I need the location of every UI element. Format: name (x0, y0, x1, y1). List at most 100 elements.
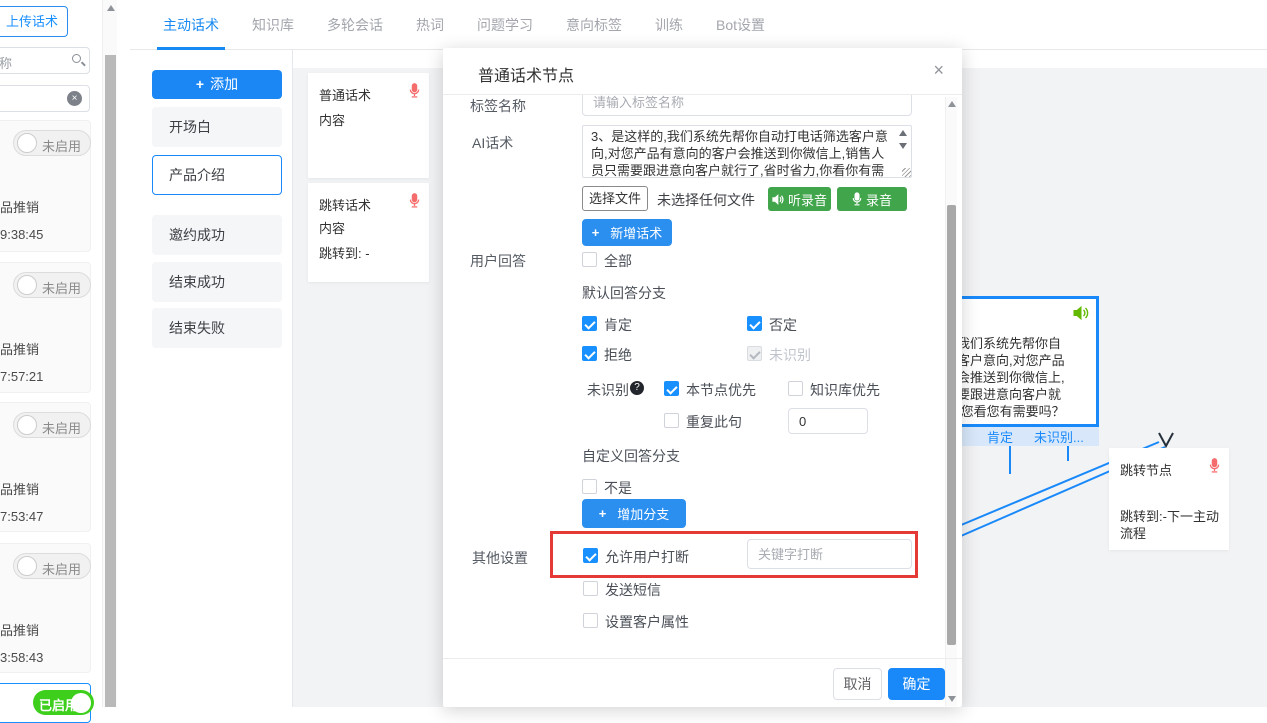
checkbox-kb-first[interactable] (788, 381, 803, 396)
node-jump-script[interactable]: 跳转话术 内容 跳转到: - (308, 183, 429, 282)
checkbox-set-customer-attr-label: 设置客户属性 (605, 612, 689, 632)
tab-hot-words[interactable]: 热词 (416, 0, 444, 50)
repeat-count-input[interactable] (788, 408, 868, 434)
sidebar-scrollbar[interactable] (102, 0, 117, 707)
toggle-label: 未启用 (42, 278, 81, 297)
clear-icon[interactable]: × (67, 91, 82, 106)
script-name: 品推销 (0, 339, 39, 358)
toggle-knob (17, 415, 37, 435)
user-reply-label: 用户回答 (470, 251, 526, 271)
tab-question-learning[interactable]: 问题学习 (477, 0, 533, 50)
checkbox-repeat-label: 重复此句 (686, 412, 742, 432)
checkbox-set-customer-attr[interactable] (583, 613, 598, 628)
add-section-button[interactable]: +添加 (152, 70, 282, 99)
help-icon[interactable]: ? (630, 381, 644, 395)
microphone-icon[interactable] (1209, 458, 1220, 473)
checkbox-repeat[interactable] (664, 413, 679, 428)
checkbox-affirm[interactable] (582, 316, 597, 331)
normal-script-node-dialog: 普通话术节点 × 标签名称 AI话术 3、是这样的,我们系统先帮你自动打电话筛选… (443, 48, 962, 707)
toggle-label: 未启用 (42, 136, 81, 155)
node-title: 跳转节点 (1120, 460, 1172, 479)
tab-bot-settings[interactable]: Bot设置 (716, 0, 765, 50)
scrollbar-thumb[interactable] (947, 205, 956, 645)
scrollbar-thumb[interactable] (105, 55, 116, 707)
name-label: 标签名称 (470, 96, 526, 116)
branch-link-unrecognized[interactable]: 未识别... (1034, 427, 1084, 446)
enable-toggle[interactable]: 未启用 (13, 130, 91, 156)
plus-icon: + (599, 506, 607, 521)
checkbox-allow-interrupt[interactable] (583, 548, 598, 563)
toggle-label: 未启用 (42, 559, 81, 578)
add-script-button[interactable]: +新增话术 (582, 219, 672, 246)
section-item-end-success[interactable]: 结束成功 (152, 262, 282, 302)
script-card[interactable]: 未启用 品推销 9:38:45 (0, 120, 91, 252)
scroll-up-icon[interactable] (107, 5, 115, 11)
script-name: 品推销 (0, 479, 39, 498)
section-item-invite-success[interactable]: 邀约成功 (152, 215, 282, 255)
confirm-button[interactable]: 确定 (888, 668, 945, 700)
section-item-opening[interactable]: 开场白 (152, 107, 282, 147)
microphone-icon[interactable] (409, 83, 420, 98)
checkbox-no-label: 不是 (604, 478, 632, 498)
textarea-scroll-down-icon[interactable] (899, 143, 907, 149)
section-item-end-fail[interactable]: 结束失败 (152, 308, 282, 348)
script-card[interactable]: 未启用 品推销 7:53:47 (0, 402, 91, 532)
section-item-product-intro[interactable]: 产品介绍 (152, 155, 282, 195)
filter-input[interactable]: × (0, 85, 90, 112)
enable-toggle[interactable]: 未启用 (13, 272, 91, 298)
cancel-button[interactable]: 取消 (833, 668, 882, 700)
tab-intent-tags[interactable]: 意向标签 (566, 0, 622, 50)
tab-training[interactable]: 训练 (655, 0, 683, 50)
enable-toggle[interactable]: 未启用 (13, 553, 91, 579)
add-branch-button[interactable]: +增加分支 (582, 499, 686, 528)
unrecognized-label: 未识别 (587, 380, 629, 400)
checkbox-allow-interrupt-label: 允许用户打断 (605, 547, 689, 567)
plus-icon: + (196, 76, 204, 92)
checkbox-send-sms[interactable] (583, 581, 598, 596)
upload-script-button[interactable]: 上传话术 (0, 6, 68, 37)
microphone-icon[interactable] (409, 193, 420, 208)
tab-active-script[interactable]: 主动话术 (163, 0, 219, 50)
node-content-label: 内容 (319, 110, 345, 129)
checkbox-node-first[interactable] (664, 381, 679, 396)
ai-script-textarea[interactable]: 3、是这样的,我们系统先帮你自动打电话筛选客户意向,对您产品有意向的客户会推送到… (582, 125, 912, 178)
other-settings-label: 其他设置 (472, 548, 528, 568)
checkbox-send-sms-label: 发送短信 (605, 580, 661, 600)
checkbox-all-label: 全部 (604, 251, 632, 271)
listen-recording-button[interactable]: 听录音 (768, 187, 831, 211)
enable-toggle-on[interactable]: 已启用 (33, 690, 94, 715)
script-card[interactable]: 未启用 品推销 7:57:21 (0, 262, 91, 393)
node-jump-point[interactable]: 跳转节点 跳转到:-下一主动流程 (1109, 448, 1229, 550)
interrupt-keyword-input[interactable] (747, 539, 912, 569)
checkbox-unrecognized-label: 未识别 (769, 345, 811, 365)
textarea-scroll-up-icon[interactable] (899, 130, 907, 136)
toggle-label: 未启用 (42, 418, 81, 437)
tag-name-input[interactable] (582, 95, 912, 116)
choose-file-button[interactable]: 选择文件 (582, 186, 648, 211)
checkbox-no[interactable] (582, 479, 597, 494)
selected-node-bubble[interactable]: 我们系统先帮你自 客户意向,对您产品 会推送到你微信上, 要跟进意向客户就 ,您… (954, 296, 1099, 427)
search-input[interactable]: 称 (0, 47, 90, 74)
tab-multi-turn[interactable]: 多轮会话 (327, 0, 383, 50)
plus-icon: + (592, 225, 600, 240)
node-normal-script[interactable]: 普通话术 内容 (308, 73, 429, 178)
checkbox-deny-label: 否定 (769, 315, 797, 335)
checkbox-deny[interactable] (747, 316, 762, 331)
checkbox-unrecognized-disabled (747, 346, 762, 361)
enable-toggle[interactable]: 未启用 (13, 412, 91, 438)
script-card-active[interactable]: 已启用 (0, 683, 91, 723)
script-card[interactable]: 未启用 品推销 3:58:43 (0, 543, 91, 673)
script-time: 7:57:21 (0, 369, 43, 384)
toggle-knob (17, 556, 37, 576)
checkbox-refuse[interactable] (582, 346, 597, 361)
textarea-resize-handle[interactable] (902, 168, 911, 177)
speaker-icon[interactable] (1073, 306, 1089, 320)
checkbox-all[interactable] (582, 252, 597, 267)
checkbox-node-first-label: 本节点优先 (686, 380, 756, 400)
scroll-up-icon[interactable] (948, 101, 956, 107)
dialog-scrollbar[interactable] (945, 97, 957, 706)
close-icon[interactable]: × (933, 60, 944, 80)
branch-link-affirm[interactable]: 肯定 (987, 427, 1013, 446)
tab-knowledge-base[interactable]: 知识库 (252, 0, 294, 50)
record-button[interactable]: 录音 (837, 187, 907, 211)
